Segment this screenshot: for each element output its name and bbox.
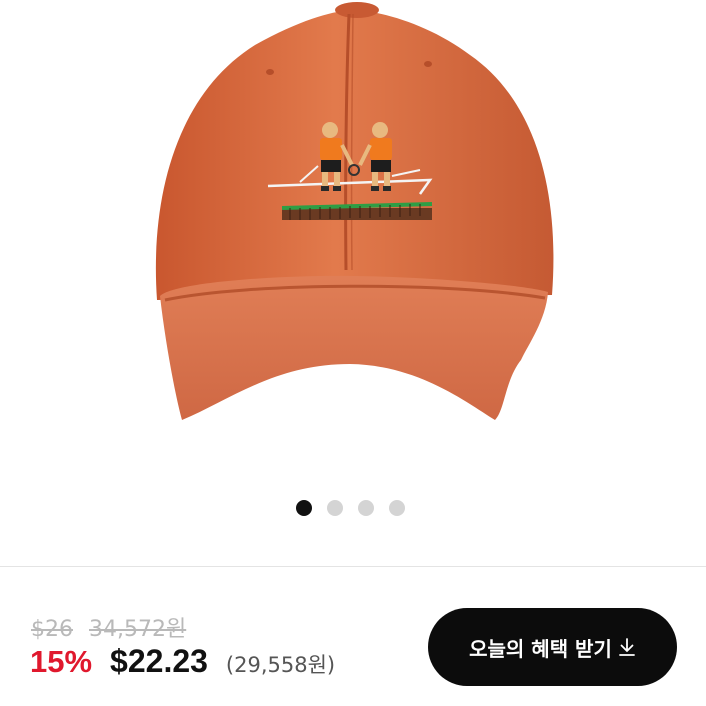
product-gallery[interactable] — [0, 0, 706, 475]
carousel-dot-4[interactable] — [388, 500, 405, 516]
carousel-dot-3[interactable] — [357, 500, 374, 516]
carousel-indicator[interactable] — [0, 500, 703, 516]
sale-price-usd: $22.23 — [110, 643, 208, 679]
price-section: $26 34,572원 15% $22.23 (29,558원) 오늘의 혜택 … — [0, 567, 706, 706]
sale-price-krw: (29,558원) — [225, 653, 336, 677]
original-price-usd: $26 — [31, 617, 73, 642]
carousel-dot-1[interactable] — [295, 500, 312, 516]
original-price-krw: 34,572원 — [89, 617, 187, 642]
product-page: $26 34,572원 15% $22.23 (29,558원) 오늘의 혜택 … — [0, 0, 706, 706]
download-arrow-icon — [618, 638, 635, 656]
sale-price-row: 15% $22.23 (29,558원) — [30, 643, 335, 680]
carousel-dot-2[interactable] — [326, 500, 343, 516]
get-todays-benefit-button[interactable]: 오늘의 혜택 받기 — [428, 608, 677, 686]
original-price-row: $26 34,572원 — [31, 611, 186, 643]
product-image[interactable] — [0, 0, 706, 475]
benefit-button-label: 오늘의 혜택 받기 — [469, 636, 612, 661]
discount-rate: 15% — [30, 644, 93, 679]
